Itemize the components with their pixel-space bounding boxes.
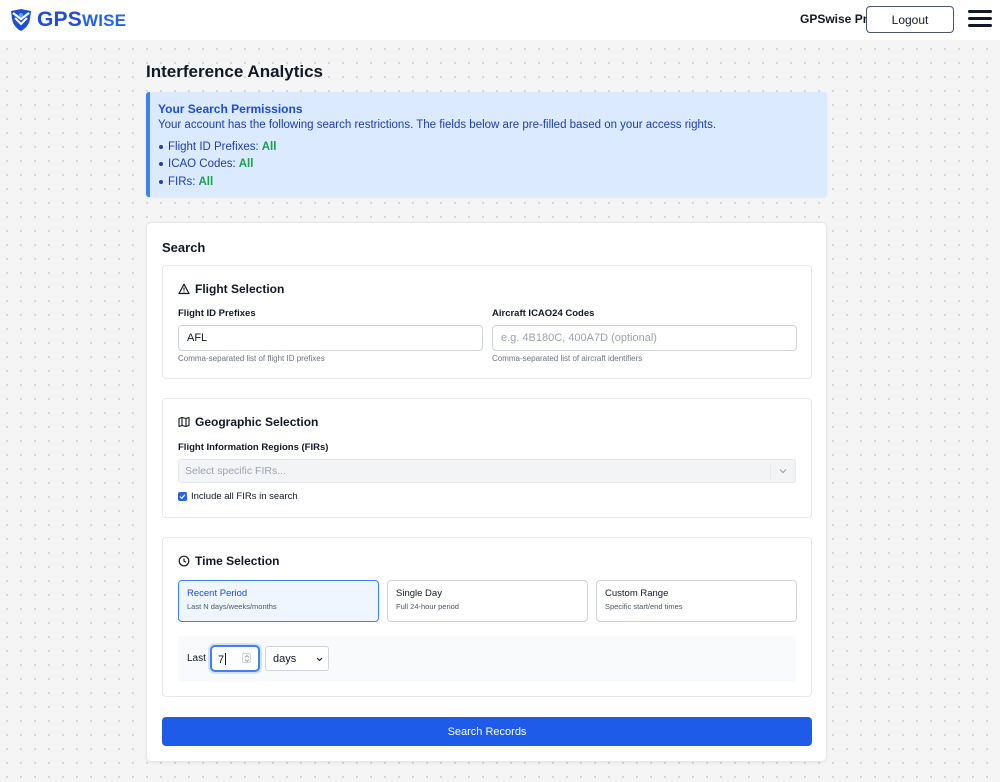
firs-select-placeholder: Select specific FIRs...: [185, 465, 286, 477]
time-selection-heading: Time Selection: [195, 554, 280, 568]
permission-item-firs: FIRs: All: [158, 173, 827, 191]
recent-period-controls: Last 7 days: [178, 636, 796, 682]
chevron-down-icon: [779, 469, 787, 474]
option-subtitle: Specific start/end times: [605, 602, 683, 611]
period-count-value: 7: [218, 654, 225, 666]
plan-name: GPSwise Pro: [800, 12, 875, 26]
option-subtitle: Last N days/weeks/months: [187, 602, 277, 611]
permissions-title: Your Search Permissions: [158, 102, 303, 116]
number-spinner[interactable]: [242, 653, 251, 663]
icao-codes-label: Aircraft ICAO24 Codes: [492, 308, 595, 319]
last-label: Last: [187, 653, 206, 664]
period-unit-value: days: [273, 653, 297, 665]
option-title: Recent Period: [187, 588, 248, 599]
logo-wordmark: GPSWISE: [37, 8, 127, 31]
permission-item-icao-codes: ICAO Codes: All: [158, 156, 827, 174]
firs-label: Flight Information Regions (FIRs): [178, 442, 329, 453]
clock-icon: [178, 555, 190, 567]
option-title: Single Day: [396, 588, 442, 599]
spinner-arrows-icon: [244, 654, 250, 663]
flight-id-prefixes-hint: Comma-separated list of flight ID prefix…: [178, 354, 325, 363]
gpswise-shield-logo-icon: [11, 9, 31, 31]
search-records-button[interactable]: Search Records: [162, 717, 812, 746]
period-unit-select[interactable]: days: [265, 646, 329, 671]
permissions-description: Your account has the following search re…: [158, 119, 717, 131]
hamburger-menu-icon[interactable]: [968, 10, 992, 28]
include-all-firs-checkbox[interactable]: [178, 492, 187, 501]
top-navigation-bar: GPSWISE GPSwise Pro Logout: [0, 0, 1000, 40]
search-permissions-notice: Your Search Permissions Your account has…: [146, 92, 827, 197]
chevron-down-icon: [316, 657, 323, 662]
icao-codes-hint: Comma-separated list of aircraft identif…: [492, 354, 643, 363]
flight-selection-section: Flight Selection Flight ID Prefixes Comm…: [162, 265, 812, 379]
option-subtitle: Full 24-hour period: [396, 602, 459, 611]
include-all-firs-label[interactable]: Include all FIRs in search: [191, 491, 298, 502]
logout-button[interactable]: Logout: [866, 6, 954, 33]
firs-select[interactable]: Select specific FIRs...: [178, 459, 796, 483]
flight-id-prefixes-label: Flight ID Prefixes: [178, 308, 256, 319]
warning-triangle-icon: [178, 283, 190, 295]
time-option-single-day[interactable]: Single Day Full 24-hour period: [387, 580, 588, 622]
period-count-input[interactable]: 7: [210, 645, 260, 672]
check-icon: [179, 494, 186, 500]
flight-id-prefixes-input[interactable]: [178, 325, 483, 351]
map-icon: [178, 416, 190, 428]
flight-selection-heading: Flight Selection: [195, 282, 285, 296]
icao-codes-input[interactable]: [492, 325, 797, 351]
time-option-recent-period[interactable]: Recent Period Last N days/weeks/months: [178, 580, 379, 622]
geographic-selection-heading: Geographic Selection: [195, 415, 319, 429]
time-option-custom-range[interactable]: Custom Range Specific start/end times: [596, 580, 797, 622]
search-card: Search Flight Selection Flight ID Prefix…: [146, 222, 827, 762]
page-title: Interference Analytics: [146, 62, 323, 81]
permissions-list: Flight ID Prefixes: All ICAO Codes: All FI…: [158, 138, 827, 191]
include-all-firs-row: Include all FIRs in search: [178, 491, 298, 502]
permission-item-flight-prefixes: Flight ID Prefixes: All: [158, 138, 827, 156]
option-title: Custom Range: [605, 588, 669, 599]
search-title: Search: [162, 240, 206, 255]
time-selection-section: Time Selection Recent Period Last N days…: [162, 537, 812, 697]
geographic-selection-section: Geographic Selection Flight Information …: [162, 398, 812, 518]
gpswise-logo[interactable]: GPSWISE: [8, 7, 126, 33]
